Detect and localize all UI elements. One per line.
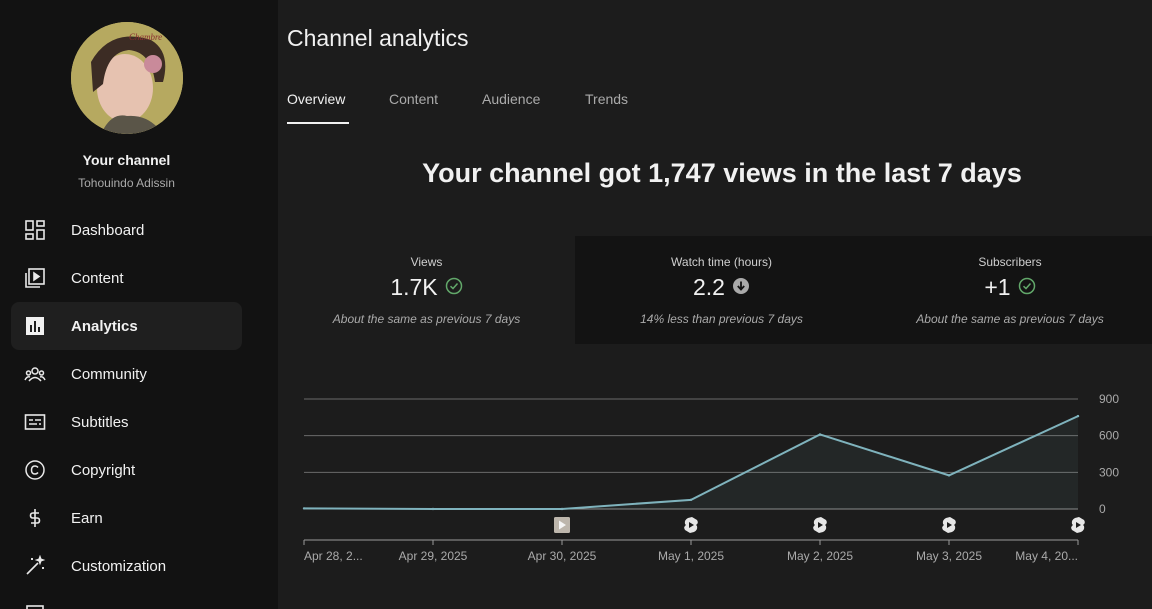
shorts-icon[interactable] bbox=[684, 517, 698, 533]
shorts-icon[interactable] bbox=[942, 517, 956, 533]
x-tick-label: Apr 30, 2025 bbox=[528, 549, 597, 563]
sidebar-item-label: Community bbox=[71, 365, 147, 383]
tab-audience[interactable]: Audience bbox=[482, 91, 540, 107]
data-point bbox=[689, 498, 693, 502]
x-tick-label: May 3, 2025 bbox=[916, 549, 982, 563]
card-value: 2.2 bbox=[693, 274, 725, 300]
data-point bbox=[560, 507, 564, 511]
sidebar-item-label: Analytics bbox=[71, 317, 138, 335]
x-tick-label: May 1, 2025 bbox=[658, 549, 724, 563]
x-tick-label: Apr 29, 2025 bbox=[399, 549, 468, 563]
tab-content[interactable]: Content bbox=[389, 91, 438, 107]
views-chart[interactable]: 0 300 600 900 Apr 28, 2... Apr 29, 2025 Apr 30… bbox=[278, 380, 1152, 609]
avatar[interactable]: Chambre bbox=[71, 22, 183, 134]
tab-overview[interactable]: Overview bbox=[287, 91, 345, 107]
channel-handle: Tohouindo Adissin bbox=[78, 176, 175, 190]
check-circle-icon bbox=[1018, 274, 1036, 301]
data-point bbox=[947, 474, 951, 477]
active-tab-indicator bbox=[287, 122, 349, 124]
sidebar-item-subtitles[interactable]: Subtitles bbox=[11, 398, 242, 446]
sidebar-item-content[interactable]: Content bbox=[11, 254, 242, 302]
card-value-row: 2.2 bbox=[575, 274, 868, 301]
card-label: Views bbox=[410, 255, 443, 269]
page-title: Channel analytics bbox=[287, 25, 469, 51]
card-value: 1.7K bbox=[390, 274, 438, 300]
sidebar-item-dashboard[interactable]: Dashboard bbox=[11, 206, 242, 254]
tab-trends[interactable]: Trends bbox=[585, 91, 628, 107]
sidebar-item-earn[interactable]: Earn bbox=[11, 494, 242, 542]
sidebar-item-label: Content bbox=[71, 269, 124, 287]
sidebar: Chambre Your channel Tohouindo Adissin D… bbox=[0, 0, 278, 609]
y-tick-label: 300 bbox=[1099, 465, 1119, 479]
subscribers-card[interactable]: Subscribers +1 About the same as previou… bbox=[868, 236, 1152, 344]
watch-time-card[interactable]: Watch time (hours) 2.2 14% less than pre… bbox=[575, 236, 868, 344]
sidebar-item-community[interactable]: Community bbox=[11, 350, 242, 398]
views-headline: Your channel got 1,747 views in the last… bbox=[422, 158, 1022, 188]
community-icon bbox=[23, 362, 47, 386]
area-fill bbox=[304, 416, 1078, 509]
sidebar-item-label: Earn bbox=[71, 509, 103, 527]
y-tick-label: 900 bbox=[1099, 392, 1119, 406]
sidebar-item-copyright[interactable]: Copyright bbox=[11, 446, 242, 494]
sidebar-item-label: Copyright bbox=[71, 461, 136, 479]
main-content: Channel analytics Overview Content Audie… bbox=[278, 0, 1152, 609]
card-note: About the same as previous 7 days bbox=[332, 312, 521, 326]
video-upload-icon[interactable] bbox=[554, 517, 570, 533]
card-value-row: 1.7K bbox=[278, 274, 575, 301]
data-point bbox=[1076, 414, 1080, 418]
sidebar-item-label: Customization bbox=[71, 557, 167, 575]
y-tick-label: 600 bbox=[1099, 429, 1119, 443]
sidebar-item-label: Subtitles bbox=[71, 413, 129, 431]
copyright-icon bbox=[23, 458, 47, 482]
earn-icon bbox=[23, 506, 47, 530]
x-tick-label: May 2, 2025 bbox=[787, 549, 853, 563]
card-note: 14% less than previous 7 days bbox=[640, 312, 803, 326]
shorts-icon[interactable] bbox=[1071, 517, 1085, 533]
card-label: Watch time (hours) bbox=[671, 255, 772, 269]
sidebar-item-label: Dashboard bbox=[71, 221, 145, 239]
down-arrow-circle-icon bbox=[732, 274, 750, 301]
shorts-icon[interactable] bbox=[813, 517, 827, 533]
dashboard-icon bbox=[23, 218, 47, 242]
subtitles-icon bbox=[23, 410, 47, 434]
x-tick-label: Apr 28, 2... bbox=[304, 549, 363, 563]
x-tick-label: May 4, 20... bbox=[1015, 549, 1078, 563]
data-point bbox=[431, 507, 435, 511]
card-label: Subscribers bbox=[978, 255, 1042, 269]
card-value-row: +1 bbox=[868, 274, 1152, 301]
svg-text:Chambre: Chambre bbox=[129, 32, 162, 42]
y-tick-label: 0 bbox=[1099, 502, 1106, 516]
check-circle-icon bbox=[445, 274, 463, 301]
customization-icon bbox=[23, 554, 47, 578]
sidebar-item-analytics[interactable]: Analytics bbox=[11, 302, 242, 350]
content-icon bbox=[23, 266, 47, 290]
sidebar-item-customization[interactable]: Customization bbox=[11, 542, 242, 590]
card-value: +1 bbox=[984, 274, 1011, 300]
sidebar-item-partial[interactable] bbox=[11, 590, 242, 609]
data-point bbox=[302, 507, 306, 510]
card-note: About the same as previous 7 days bbox=[916, 312, 1104, 326]
audio-library-icon bbox=[23, 602, 47, 609]
data-point bbox=[818, 433, 822, 436]
views-card[interactable]: Views 1.7K About the same as previous 7 … bbox=[278, 236, 575, 344]
analytics-icon bbox=[23, 314, 47, 338]
channel-title: Your channel bbox=[82, 152, 171, 168]
